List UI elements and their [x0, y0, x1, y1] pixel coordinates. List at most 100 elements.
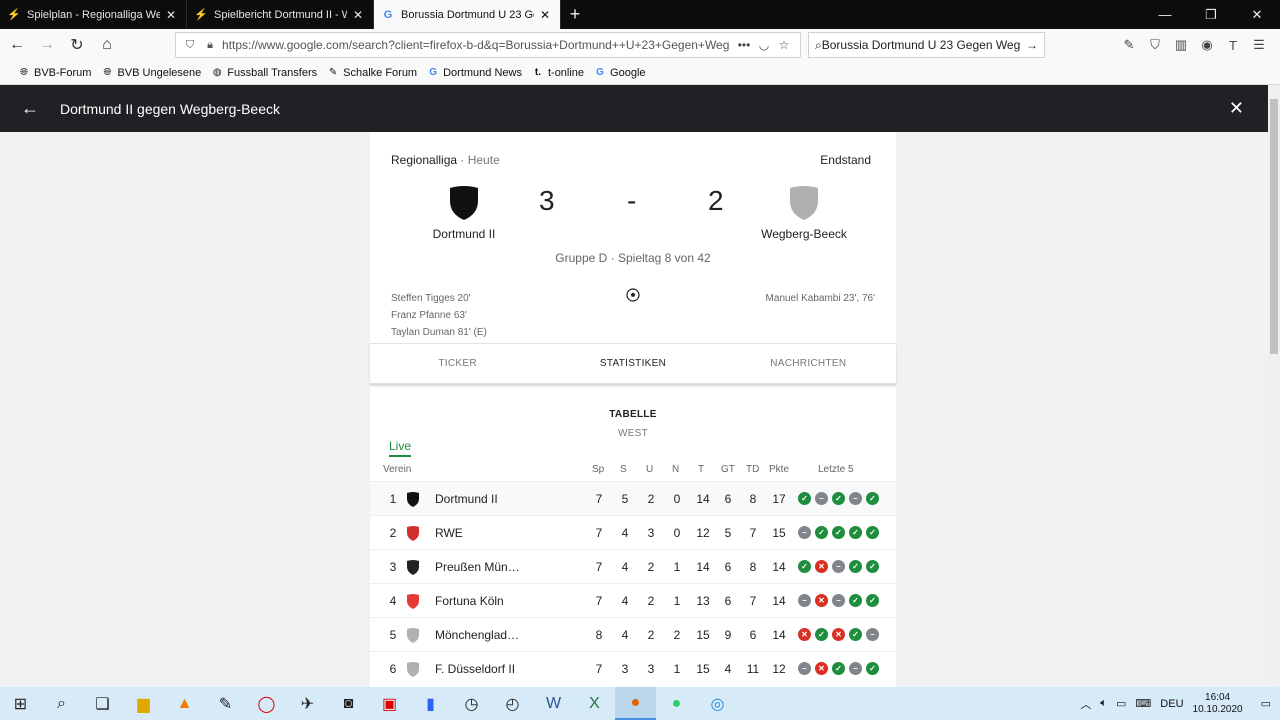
bookmark-t-online[interactable]: t. t-online	[532, 67, 584, 79]
close-icon[interactable]: ✕	[538, 8, 552, 22]
lock-icon[interactable]: 🔒︎	[202, 39, 218, 52]
account-icon[interactable]: ◉	[1194, 32, 1220, 58]
globe-icon: 🌐︎	[20, 67, 28, 78]
close-icon[interactable]: ✕	[164, 8, 178, 22]
notification-icon[interactable]: ▭	[1261, 697, 1271, 710]
sidebar-icon[interactable]: ▥	[1168, 32, 1194, 58]
cell-td: 8	[749, 492, 757, 506]
browser-tab-2[interactable]: ⚡ Spielbericht Dortmund II - Weg ✕	[187, 0, 374, 29]
match-summary: Regionalliga · Heute Endstand Dortmund I…	[370, 132, 896, 344]
clock-app-icon[interactable]: ◷	[451, 687, 492, 720]
back-icon[interactable]: ←	[4, 32, 30, 58]
vlc-icon[interactable]: ▲	[164, 687, 205, 720]
back-arrow-icon[interactable]: ←	[20, 98, 40, 119]
bookmark-bvb-forum[interactable]: 🌐︎ BVB-Forum	[18, 67, 91, 79]
acrobat-icon[interactable]: ▣	[369, 687, 410, 720]
team-name[interactable]: F. Düsseldorf II	[435, 662, 545, 676]
tab-ticker[interactable]: TICKER	[370, 344, 545, 383]
header-gt: GT	[721, 464, 735, 475]
file-explorer-icon[interactable]: ▆	[123, 687, 164, 720]
table-row[interactable]: 6 F. Düsseldorf II 7 3 3 1 15 4 11 12– ✕ ✓ – ✓	[370, 651, 896, 685]
team-name[interactable]: Dortmund II	[435, 492, 545, 506]
bookmark-fussball-transfers[interactable]: ◍ Fussball Transfers	[211, 67, 317, 79]
team-name[interactable]: Fortuna Köln	[435, 594, 545, 608]
clock-app-icon[interactable]: ◴	[492, 687, 533, 720]
close-window-icon[interactable]: ✕	[1234, 0, 1280, 29]
team-crest-icon	[407, 560, 419, 575]
bookmark-label: Dortmund News	[443, 66, 522, 79]
extension-icon[interactable]: ✎	[1116, 32, 1142, 58]
word-icon[interactable]: W	[533, 687, 574, 720]
away-team-name[interactable]: Wegberg-Beeck	[734, 227, 874, 241]
close-icon[interactable]: ✕	[1229, 98, 1244, 119]
home-team-name[interactable]: Dortmund II	[394, 227, 534, 241]
search-icon[interactable]: ⌕	[41, 687, 82, 720]
reload-icon[interactable]: ↻	[64, 32, 90, 58]
table-row[interactable]: 2 RWE 7 4 3 0 12 5 7 15– ✓ ✓ ✓ ✓	[370, 515, 896, 549]
rank: 3	[389, 560, 397, 574]
home-icon[interactable]: ⌂	[94, 32, 120, 58]
restore-icon[interactable]: ❐	[1188, 0, 1234, 29]
bookmark-star-icon[interactable]: ☆	[774, 38, 794, 52]
cell-gt: 9	[724, 628, 732, 642]
excel-icon[interactable]: X	[574, 687, 615, 720]
url-bar[interactable]: ⛉ 🔒︎ https://www.google.com/search?clien…	[175, 32, 801, 58]
table-row[interactable]: 1 Dortmund II 7 5 2 0 14 6 8 17 ✓ – ✓ – ✓	[370, 481, 896, 515]
rank: 1	[389, 492, 397, 506]
translate-icon[interactable]: T	[1220, 32, 1246, 58]
browser-tab-3[interactable]: G Borussia Dortmund U 23 Gegen ✕	[374, 0, 561, 29]
bookmark-google[interactable]: G Google	[594, 67, 645, 79]
team-name[interactable]: RWE	[435, 526, 545, 540]
table-row[interactable]: 4 Fortuna Köln 7 4 2 1 13 6 7 14– ✕ – ✓ ✓	[370, 583, 896, 617]
search-go-icon[interactable]: →	[1026, 38, 1038, 52]
draw-icon: –	[832, 560, 845, 573]
app-icon[interactable]: ◎	[697, 687, 738, 720]
browser-tab-1[interactable]: ⚡ Spielplan - Regionalliga West 2 ✕	[0, 0, 187, 29]
new-tab-button[interactable]: +	[561, 0, 589, 29]
table-row[interactable]: 3 Preußen Mün… 7 4 2 1 14 6 8 14 ✓ ✕ – ✓ ✓	[370, 549, 896, 583]
scrollbar-thumb[interactable]	[1270, 99, 1278, 354]
url-text[interactable]: https://www.google.com/search?client=fir…	[222, 38, 734, 52]
tab-statistiken[interactable]: STATISTIKEN	[545, 344, 720, 383]
cell-n: 0	[673, 492, 681, 506]
network-icon[interactable]: ▭	[1116, 697, 1126, 710]
forward-icon[interactable]: →	[34, 32, 60, 58]
live-tab[interactable]: Live	[389, 439, 412, 457]
menu-icon[interactable]: ☰	[1246, 32, 1272, 58]
camera-icon[interactable]: ◙	[328, 687, 369, 720]
shield-extension-icon[interactable]: ⛉	[1142, 32, 1168, 58]
search-input[interactable]: Borussia Dortmund U 23 Gegen Weg	[822, 38, 1026, 52]
volume-icon[interactable]: 🔈︎	[1100, 697, 1107, 710]
firefox-icon[interactable]: ●	[615, 687, 656, 720]
team-name[interactable]: Mönchenglad…	[435, 628, 545, 642]
home-crest-icon[interactable]	[448, 185, 480, 221]
app-icon[interactable]: ✈	[287, 687, 328, 720]
app-icon[interactable]: ✎	[205, 687, 246, 720]
keyboard-icon[interactable]: ⌨	[1135, 697, 1151, 710]
language-indicator[interactable]: DEU	[1160, 698, 1183, 710]
app-icon[interactable]: ▮	[410, 687, 451, 720]
task-view-icon[interactable]: ❏	[82, 687, 123, 720]
clock[interactable]: 16:04 10.10.2020	[1193, 692, 1243, 716]
whatsapp-icon[interactable]: ●	[656, 687, 697, 720]
bookmark-schalke-forum[interactable]: ✎ Schalke Forum	[327, 67, 417, 79]
taskbar: ⊞ ⌕ ❏ ▆ ▲ ✎ ◯ ✈ ◙ ▣ ▮ ◷ ◴ W X ● ● ◎ ︿ 🔈︎…	[0, 687, 1280, 720]
opera-icon[interactable]: ◯	[246, 687, 287, 720]
loss-icon: ✕	[815, 560, 828, 573]
search-bar[interactable]: ⌕ Borussia Dortmund U 23 Gegen Weg →	[808, 32, 1045, 58]
chevron-up-icon[interactable]: ︿	[1080, 696, 1091, 712]
more-icon[interactable]: •••	[734, 38, 754, 52]
bookmark-bvb-ungelesene[interactable]: 🌐︎ BVB Ungelesene	[101, 67, 201, 79]
team-name[interactable]: Preußen Mün…	[435, 560, 545, 574]
shield-icon[interactable]: ⛉	[182, 39, 198, 52]
table-row[interactable]: 5 Mönchenglad… 8 4 2 2 15 9 6 14 ✕ ✓ ✕ ✓ –	[370, 617, 896, 651]
scrollbar[interactable]	[1268, 85, 1280, 687]
pocket-icon[interactable]: ◡	[754, 38, 774, 52]
close-icon[interactable]: ✕	[351, 8, 365, 22]
tab-nachrichten[interactable]: NACHRICHTEN	[721, 344, 896, 383]
t-icon: t.	[534, 67, 542, 78]
minimize-icon[interactable]: —	[1142, 0, 1188, 29]
windows-start-icon[interactable]: ⊞	[0, 687, 41, 720]
away-crest-icon[interactable]	[788, 185, 820, 221]
bookmark-dortmund-news[interactable]: G Dortmund News	[427, 67, 522, 79]
